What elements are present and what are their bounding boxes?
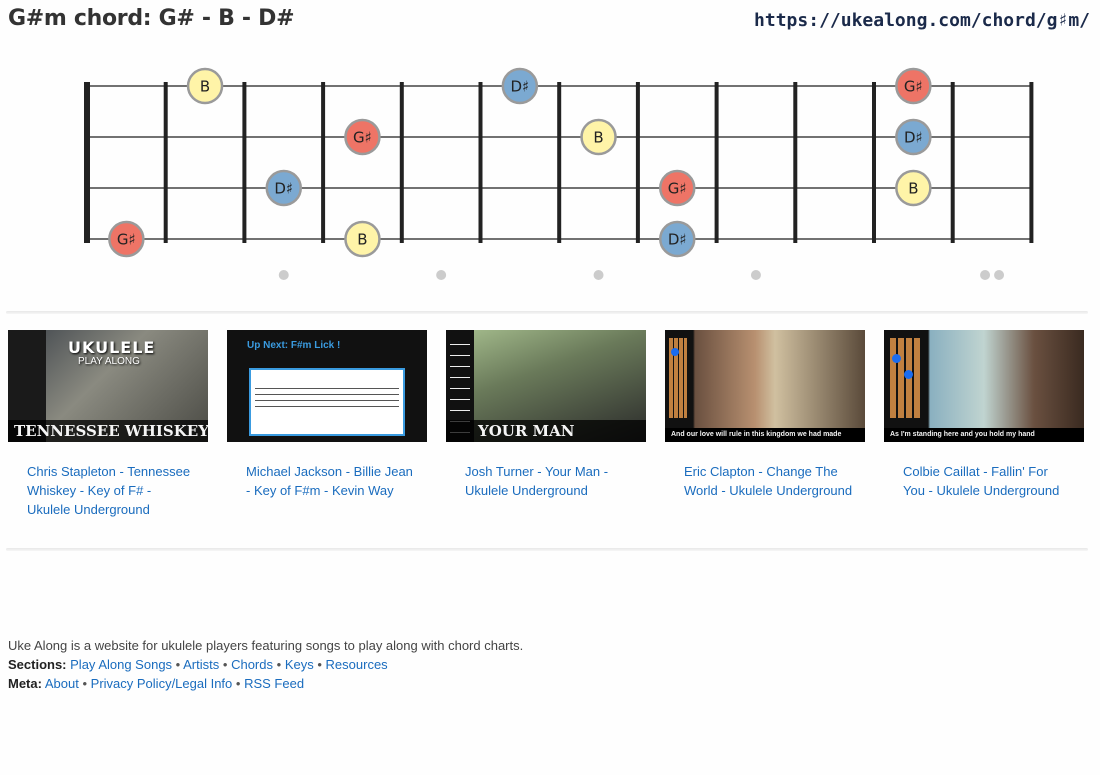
separator: •	[222, 657, 228, 672]
section-divider-bottom	[6, 548, 1088, 551]
footer-link-privacy[interactable]: Privacy Policy/Legal Info	[91, 676, 233, 691]
footer-link-artists[interactable]: Artists	[183, 657, 219, 672]
site-footer: Uke Along is a website for ukulele playe…	[8, 636, 523, 693]
separator: •	[276, 657, 282, 672]
video-link[interactable]: Eric Clapton - Change The World - Ukulel…	[684, 462, 854, 500]
meta-label: Meta:	[8, 676, 42, 691]
inlay-marker	[436, 270, 447, 280]
video-card: UKULELE PLAY ALONG TENNESSEE WHISKEY Chr…	[8, 330, 208, 519]
note-label: D♯	[274, 180, 293, 198]
fretboard-diagram: B D♯ G♯ G♯ B D♯ D♯ G♯ B G♯ B D♯	[84, 67, 1034, 280]
thumbnail-caption: TENNESSEE WHISKEY	[8, 420, 208, 442]
video-thumbnail[interactable]: As I'm standing here and you hold my han…	[884, 330, 1084, 442]
page-title: G#m chord: G# - B - D#	[8, 6, 295, 31]
thumbnail-caption: And our love will rule in this kingdom w…	[665, 428, 865, 442]
inlay-marker	[593, 270, 604, 280]
note-label: G♯	[904, 78, 923, 96]
inlay-marker	[278, 270, 289, 280]
page-url: https://ukealong.com/chord/g♯m/	[754, 10, 1090, 31]
video-thumbnail[interactable]: Up Next: F#m Lick !	[227, 330, 427, 442]
video-thumbnail[interactable]: YOUR MAN	[446, 330, 646, 442]
thumbnail-caption: As I'm standing here and you hold my han…	[884, 428, 1084, 442]
inlay-marker	[750, 270, 761, 280]
video-link[interactable]: Josh Turner - Your Man - Ukulele Undergr…	[465, 462, 635, 500]
video-link[interactable]: Chris Stapleton - Tennessee Whiskey - Ke…	[27, 462, 197, 519]
note-label: B	[908, 180, 918, 198]
thumbnail-caption: YOUR MAN	[446, 420, 646, 442]
video-link[interactable]: Michael Jackson - Billie Jean - Key of F…	[246, 462, 416, 500]
video-thumbnail[interactable]: UKULELE PLAY ALONG TENNESSEE WHISKEY	[8, 330, 208, 442]
separator: •	[317, 657, 322, 672]
footer-link-chords[interactable]: Chords	[231, 657, 273, 672]
video-link[interactable]: Colbie Caillat - Fallin' For You - Ukule…	[903, 462, 1073, 500]
note-label: D♯	[904, 129, 923, 147]
video-card: And our love will rule in this kingdom w…	[665, 330, 865, 500]
note-label: D♯	[510, 78, 529, 96]
footer-description: Uke Along is a website for ukulele playe…	[8, 638, 524, 653]
note-label: B	[200, 78, 210, 96]
footer-link-play-along-songs[interactable]: Play Along Songs	[70, 657, 172, 672]
separator: •	[235, 676, 241, 691]
footer-sections: Sections: Play Along Songs • Artists • C…	[8, 655, 523, 674]
video-card: YOUR MAN Josh Turner - Your Man - Ukulel…	[446, 330, 646, 500]
sections-label: Sections:	[8, 657, 67, 672]
note-label: D♯	[668, 231, 687, 249]
video-thumbnail[interactable]: And our love will rule in this kingdom w…	[665, 330, 865, 442]
note-label: B	[593, 129, 603, 147]
inlay-marker	[994, 270, 1005, 280]
separator: •	[175, 657, 181, 672]
note-label: G♯	[353, 129, 372, 147]
footer-link-resources[interactable]: Resources	[326, 657, 388, 672]
note-label: G♯	[668, 180, 687, 198]
video-card: As I'm standing here and you hold my han…	[884, 330, 1084, 500]
inlay-marker	[980, 270, 991, 280]
note-label: B	[357, 231, 367, 249]
section-divider-top	[6, 311, 1088, 314]
footer-meta: Meta: About • Privacy Policy/Legal Info …	[8, 674, 523, 693]
footer-link-keys[interactable]: Keys	[285, 657, 314, 672]
thumbnail-caption: Up Next: F#m Lick !	[247, 340, 341, 351]
footer-link-rss[interactable]: RSS Feed	[244, 676, 304, 691]
note-label: G♯	[117, 231, 136, 249]
video-card: Up Next: F#m Lick ! Michael Jackson - Bi…	[227, 330, 427, 500]
footer-link-about[interactable]: About	[45, 676, 79, 691]
separator: •	[82, 676, 88, 691]
